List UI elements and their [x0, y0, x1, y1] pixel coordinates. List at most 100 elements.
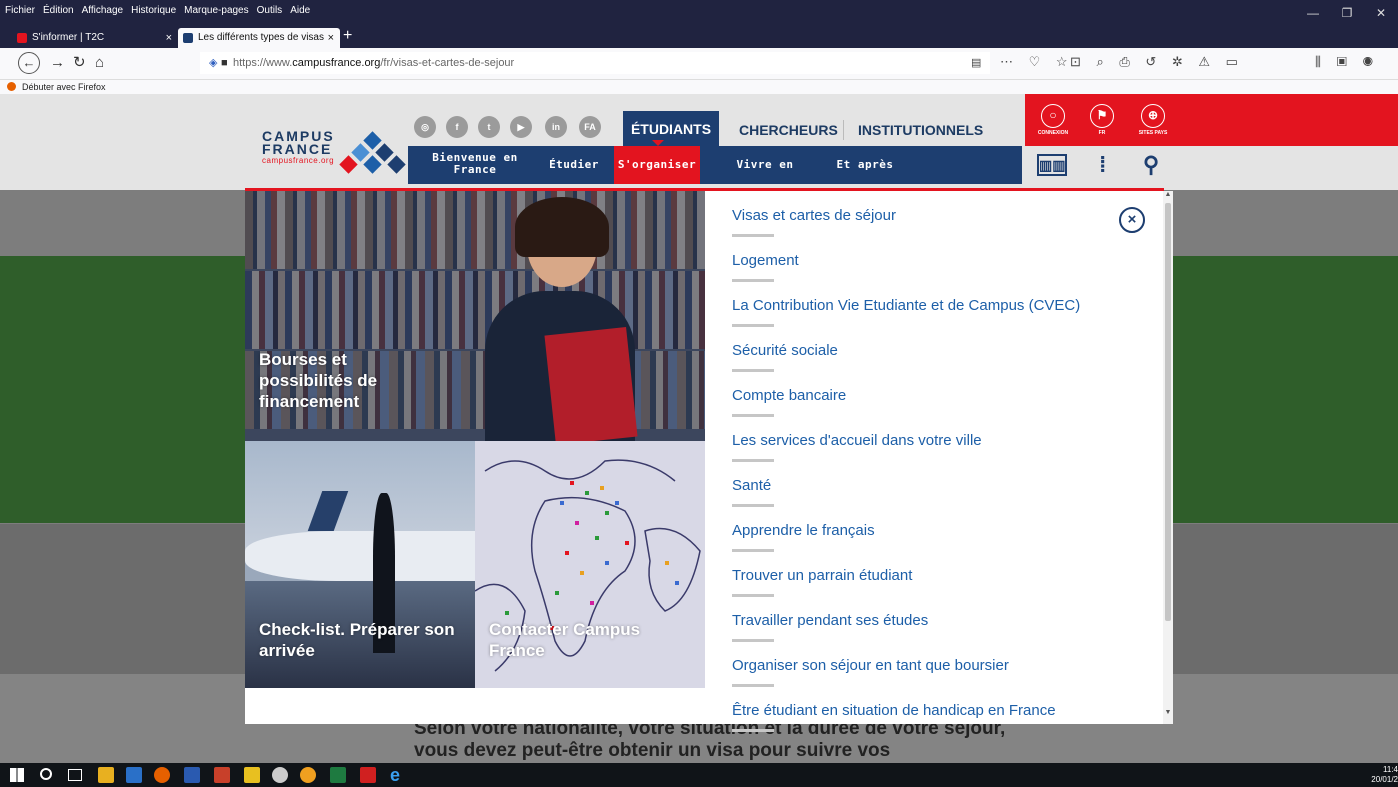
book-icon[interactable]: ▥▥ — [1037, 154, 1067, 176]
menu-outils[interactable]: Outils — [253, 0, 287, 17]
pipe-icon[interactable]: ⁞ — [1099, 154, 1106, 176]
task-view-icon[interactable] — [68, 769, 82, 781]
page-actions[interactable]: ⋯ ♡ ☆ — [1000, 54, 1074, 70]
close-window-button[interactable]: ✕ — [1364, 0, 1398, 26]
menu-scrollbar[interactable]: ▲ ▼ — [1163, 191, 1173, 724]
subnav-bienvenue[interactable]: Bienvenue en France — [420, 146, 530, 184]
menu-edition[interactable]: Édition — [39, 0, 78, 17]
system-clock[interactable]: 11:4 20/01/2 — [1362, 765, 1398, 785]
menu-fichier[interactable]: Fichier — [0, 0, 39, 17]
tile-check-list[interactable]: Check-list. Préparer son arrivée — [245, 441, 475, 688]
search-circle-icon[interactable] — [40, 768, 52, 780]
word-icon[interactable] — [184, 767, 200, 783]
link-handicap[interactable]: Être étudiant en situation de handicap e… — [732, 702, 1056, 732]
connexion-button[interactable]: ○ CONNEXION — [1035, 104, 1071, 136]
powerpoint-icon[interactable] — [214, 767, 230, 783]
menu-affichage[interactable]: Affichage — [78, 0, 128, 17]
acrobat-icon[interactable] — [360, 767, 376, 783]
campus-france-logo[interactable]: CAMPUS FRANCE campusfrance.org — [262, 129, 412, 180]
browser-menu-bar: Fichier Édition Affichage Historique Marque-… — [0, 0, 1398, 26]
link-apprendre-francais[interactable]: Apprendre le français — [732, 522, 875, 552]
twitter-icon[interactable]: t — [478, 116, 500, 138]
new-tab-button[interactable]: + — [343, 27, 352, 45]
link-boursier[interactable]: Organiser son séjour en tant que boursie… — [732, 657, 1009, 687]
minimize-button[interactable]: — — [1296, 0, 1330, 26]
cloud-icon[interactable] — [272, 767, 288, 783]
menu-historique[interactable]: Historique — [127, 0, 180, 17]
tile-bourses[interactable]: Bourses et possibilités de financement — [245, 191, 705, 441]
menu-aide[interactable]: Aide — [286, 0, 314, 17]
tile-title: Contacter Campus France — [489, 620, 641, 660]
reload-icon[interactable]: ↻ — [73, 54, 86, 72]
browser-tab-campusfrance[interactable]: Les différents types de visas étu × — [178, 28, 340, 63]
bookmark-debuter[interactable]: Débuter avec Firefox — [22, 82, 106, 92]
link-travailler[interactable]: Travailler pendant ses études — [732, 612, 928, 642]
instagram-icon[interactable]: ◎ — [414, 116, 436, 138]
browser-tab-t2c[interactable]: S'informer | T2C × — [12, 28, 178, 48]
search-icon[interactable]: ⚲ — [1143, 154, 1159, 176]
page-viewport: Selon votre nationalité, votre situation… — [0, 94, 1398, 763]
maximize-button[interactable]: ❐ — [1330, 0, 1364, 26]
youtube-icon[interactable]: ▶ — [510, 116, 532, 138]
link-sante[interactable]: Santé — [732, 477, 775, 507]
firefox-icon — [7, 82, 16, 91]
tab-strip: S'informer | T2C × Les différents types … — [0, 26, 1398, 63]
excel-icon[interactable] — [330, 767, 346, 783]
windows-start-icon[interactable] — [10, 768, 24, 782]
link-compte-bancaire[interactable]: Compte bancaire — [732, 387, 846, 417]
link-parrain[interactable]: Trouver un parrain étudiant — [732, 567, 912, 597]
linkedin-icon[interactable]: in — [545, 116, 567, 138]
outlook-icon[interactable] — [126, 767, 142, 783]
url-prefix: https://www. — [233, 57, 293, 69]
lock-icon: ■ — [221, 57, 228, 69]
t2c-favicon-icon — [17, 33, 27, 43]
scroll-thumb[interactable] — [1165, 203, 1171, 621]
subnav-etudier[interactable]: Étudier — [544, 146, 604, 184]
scroll-down-icon[interactable]: ▼ — [1164, 709, 1172, 716]
tab-chercheurs[interactable]: CHERCHEURS — [739, 122, 838, 138]
bookmarks-bar: Débuter avec Firefox — [0, 80, 1398, 94]
subnav-et-apres[interactable]: Et après — [833, 146, 897, 184]
fa-icon[interactable]: FA — [579, 116, 601, 138]
nav-divider — [843, 120, 844, 140]
language-button[interactable]: ⚑ FR — [1084, 104, 1120, 136]
edge-icon[interactable]: e — [390, 765, 400, 785]
tab-etudiants[interactable]: ÉTUDIANTS — [623, 111, 719, 146]
tile-contacter[interactable]: Contacter Campus France — [475, 441, 705, 688]
url-domain: campusfrance.org — [292, 57, 381, 69]
firefox-taskbar-icon[interactable] — [154, 767, 170, 783]
link-cvec[interactable]: La Contribution Vie Etudiante et de Camp… — [732, 297, 1080, 327]
menu-marque-pages[interactable]: Marque-pages — [180, 0, 252, 17]
url-bar[interactable]: ◈ ■ https://www.campusfrance.org/fr/visa… — [200, 52, 990, 74]
tile-title: Bourses et possibilités de financement — [259, 350, 378, 411]
file-explorer-icon[interactable] — [98, 767, 114, 783]
link-logement[interactable]: Logement — [732, 252, 799, 282]
tile-title: Check-list. Préparer son arrivée — [259, 620, 455, 660]
back-arrow-icon[interactable]: ← — [18, 52, 40, 74]
library-icons[interactable]: ⫼ ▣ ◉ — [1315, 54, 1379, 70]
mega-menu-panel: Bourses et possibilités de financement C… — [245, 191, 1173, 732]
facebook-icon[interactable]: f — [446, 116, 468, 138]
forward-arrow-icon[interactable]: → — [50, 54, 65, 72]
tab-close-icon[interactable]: × — [328, 28, 334, 48]
tools-bar: ▥▥ ⁞ ⚲ — [1025, 146, 1398, 184]
link-securite-sociale[interactable]: Sécurité sociale — [732, 342, 838, 372]
toolbar-icons[interactable]: ⊡ ⌕ ⎙ ↺ ✲ ⚠ ▭ — [1070, 54, 1244, 70]
link-visas[interactable]: Visas et cartes de séjour — [732, 207, 896, 237]
link-services-accueil[interactable]: Les services d'accueil dans votre ville — [732, 432, 982, 462]
tab-close-icon[interactable]: × — [166, 28, 172, 48]
reader-view-icon[interactable]: ▤ — [971, 53, 981, 73]
airplane-image — [245, 531, 475, 581]
home-icon[interactable]: ⌂ — [95, 54, 104, 72]
subnav-vivre-en-france[interactable]: Vivre en France — [713, 146, 817, 209]
campusfrance-favicon-icon — [183, 33, 193, 43]
scroll-up-icon[interactable]: ▲ — [1164, 191, 1172, 198]
account-bar: ○ CONNEXION ⚑ FR ⊕ SITES PAYS — [1025, 94, 1398, 146]
sticky-notes-icon[interactable] — [244, 767, 260, 783]
url-path: /fr/visas-et-cartes-de-sejour — [380, 57, 515, 69]
sites-pays-button[interactable]: ⊕ SITES PAYS — [1135, 104, 1171, 136]
chrome-icon[interactable] — [300, 767, 316, 783]
subnav-sorganiser[interactable]: S'organiser — [614, 146, 700, 184]
close-icon[interactable]: × — [1119, 207, 1145, 233]
tab-institutionnels[interactable]: INSTITUTIONNELS — [858, 122, 983, 138]
